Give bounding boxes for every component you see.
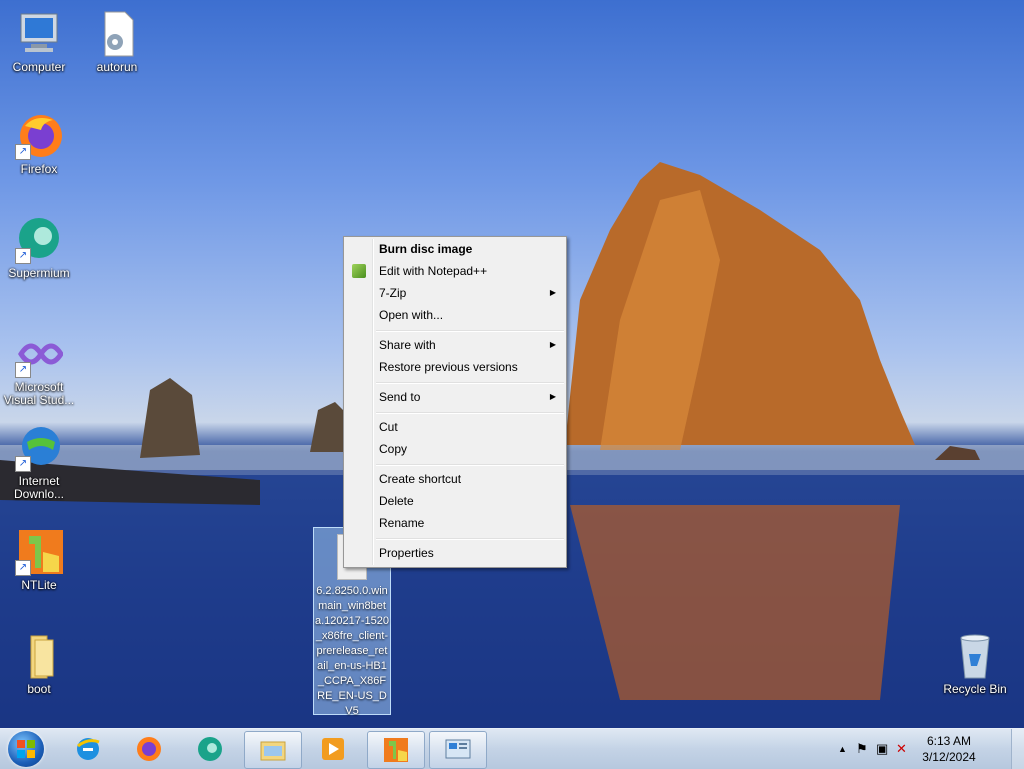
show-desktop-button[interactable] [1011,729,1024,769]
clock-time: 6:13 AM [926,734,972,748]
menu-separator [376,412,564,414]
clock-date: 3/12/2024 [922,750,976,764]
desktop-icon-boot[interactable]: boot [1,632,77,696]
desktop-icon-visual-studio[interactable]: ↗ Microsoft Visual Stud... [1,330,77,407]
icon-label: autorun [96,60,138,74]
icon-label: Internet Downlo... [13,474,65,501]
shortcut-arrow-icon: ↗ [15,248,31,264]
internet-explorer-icon [77,738,100,760]
menu-item-create-shortcut[interactable]: Create shortcut [346,469,564,489]
supermium-icon [198,737,222,761]
menu-item-send-to[interactable]: Send to ▶ [346,387,564,407]
menu-item-label: Delete [379,494,414,508]
selected-file-label: 6.2.8250.0.winmain_win8beta.120217-1520_… [315,585,390,717]
desktop-icon-computer[interactable]: Computer [1,10,77,74]
menu-item-rename[interactable]: Rename [346,513,564,533]
taskbar-ntlite[interactable] [367,731,425,769]
menu-item-open-with[interactable]: Open with... [346,305,564,325]
settings-file-icon [93,10,141,58]
icon-label: boot [27,682,51,696]
menu-separator [376,464,564,466]
menu-item-label: Share with [379,338,436,352]
taskbar-internet-explorer[interactable] [60,731,116,767]
menu-item-copy[interactable]: Copy [346,439,564,459]
menu-item-label: Copy [379,442,408,456]
icon-label: Firefox [20,162,58,176]
menu-item-label: Properties [379,546,434,560]
desktop-icon-firefox[interactable]: ↗ Firefox [1,112,77,176]
menu-item-edit-with-notepad-plus-plus[interactable]: Edit with Notepad++ [346,261,564,281]
taskbar: ▲ ⚑ ▣ ✕ 6:13 AM 3/12/2024 [0,728,1024,769]
firefox-icon [137,737,161,761]
submenu-arrow-icon: ▶ [549,392,556,401]
supermium-icon: ↗ [15,216,63,264]
menu-separator [376,330,564,332]
taskbar-media-player[interactable] [305,731,361,767]
menu-item-restore-previous-versions[interactable]: Restore previous versions [346,357,564,377]
media-player-icon [322,738,344,760]
icon-label: NTLite [21,578,57,592]
firefox-icon: ↗ [15,112,63,160]
desktop-icon-supermium[interactable]: ↗ Supermium [1,216,77,280]
desktop-icon-autorun[interactable]: autorun [79,10,155,74]
menu-item-properties[interactable]: Properties [346,543,564,563]
menu-item-label: Edit with Notepad++ [379,264,488,278]
menu-item-label: Open with... [379,308,444,322]
shortcut-arrow-icon: ↗ [15,144,31,160]
taskbar-supermium[interactable] [182,731,238,767]
menu-item-label: Restore previous versions [379,360,518,374]
menu-item-delete[interactable]: Delete [346,491,564,511]
icon-label: Recycle Bin [943,682,1007,696]
desktop-icon-recycle-bin[interactable]: Recycle Bin [937,632,1013,696]
taskbar-control-panel[interactable] [429,731,487,769]
computer-icon [15,10,63,58]
menu-item-cut[interactable]: Cut [346,417,564,437]
menu-item-label: Rename [379,516,425,530]
menu-item-label: Cut [379,420,398,434]
file-explorer-icon [260,741,286,761]
ntlite-icon [384,738,408,762]
context-menu: Burn disc image Edit with Notepad++ 7-Zi… [343,236,567,568]
menu-item-7-zip[interactable]: 7-Zip ▶ [346,283,564,303]
notepad-plus-plus-icon [352,264,366,278]
system-tray: ▲ ⚑ ▣ ✕ 6:13 AM 3/12/2024 [834,729,1024,769]
menu-item-label: Create shortcut [379,472,462,486]
ntlite-icon: ↗ [15,528,63,576]
internet-download-manager-icon: ↗ [15,424,63,472]
menu-item-label: Burn disc image [379,242,473,256]
menu-item-label: 7-Zip [379,286,407,300]
menu-item-share-with[interactable]: Share with ▶ [346,335,564,355]
folder-icon [15,632,63,680]
menu-item-burn-disc-image[interactable]: Burn disc image [346,239,564,259]
clock[interactable]: 6:13 AM 3/12/2024 [914,733,984,765]
shortcut-arrow-icon: ↗ [15,456,31,472]
taskbar-firefox[interactable] [121,731,177,767]
icon-label: Microsoft Visual Stud... [3,380,75,407]
show-hidden-icons-icon[interactable]: ▲ [838,741,854,757]
submenu-arrow-icon: ▶ [549,340,556,349]
menu-separator [376,382,564,384]
shortcut-arrow-icon: ↗ [15,560,31,576]
volume-muted-icon[interactable]: ✕ [896,741,912,757]
desktop-icon-ntlite[interactable]: ↗ NTLite [1,528,77,592]
shortcut-arrow-icon: ↗ [15,362,31,378]
network-icon[interactable]: ▣ [876,741,892,757]
submenu-arrow-icon: ▶ [549,288,556,297]
taskbar-file-explorer[interactable] [244,731,302,769]
menu-item-label: Send to [379,390,421,404]
menu-separator [376,538,564,540]
visual-studio-icon: ↗ [15,330,64,378]
action-center-flag-icon[interactable]: ⚑ [856,741,872,757]
icon-label: Supermium [8,266,70,280]
desktop-icon-internet-download-manager[interactable]: ↗ Internet Downlo... [1,424,77,501]
start-button[interactable] [8,731,44,767]
control-panel-icon [445,739,471,759]
windows-start-icon [17,740,35,758]
icon-label: Computer [12,60,66,74]
recycle-bin-icon [951,632,999,680]
desktop[interactable]: Computer autorun ↗ Firefox ↗ Supermium ↗… [0,0,1024,728]
